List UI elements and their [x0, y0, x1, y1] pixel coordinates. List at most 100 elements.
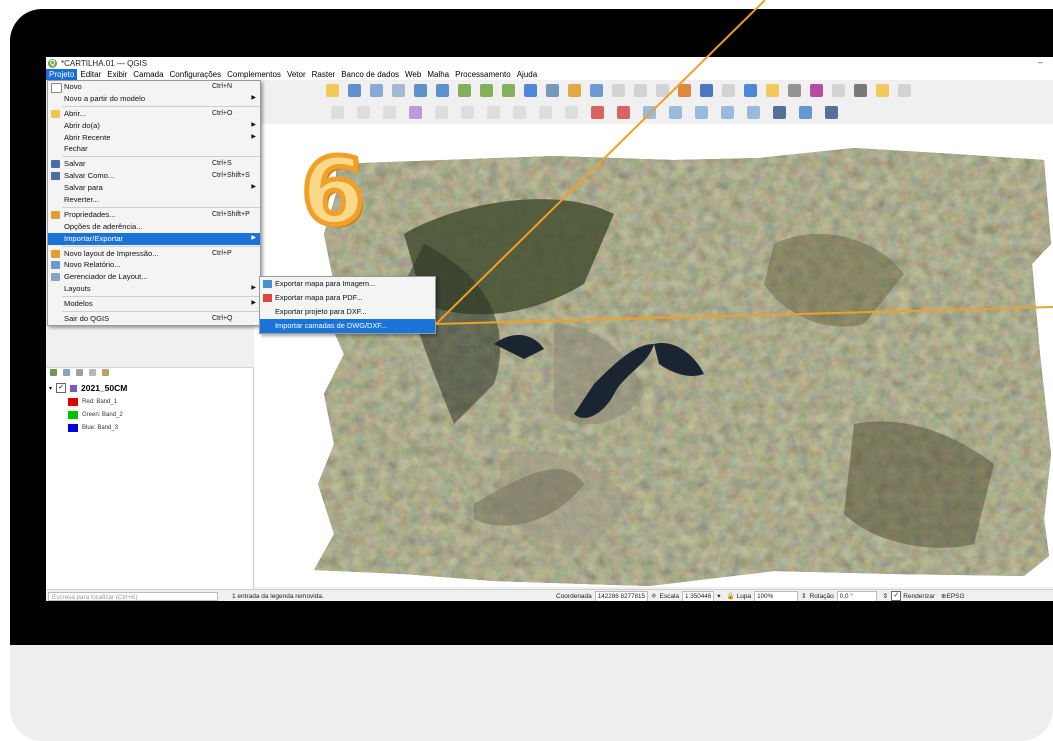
submenu-item-exportar-projeto-para-dxf[interactable]: Exportar projeto para DXF...: [260, 305, 435, 319]
add-layer-icon[interactable]: [50, 369, 57, 376]
menu-item-abrir-do-a[interactable]: Abrir do(a) ▶: [48, 120, 260, 132]
menu-item-salvar-como[interactable]: Salvar Como... Ctrl+Shift+S: [48, 170, 260, 182]
toolbar-icon[interactable]: [392, 84, 405, 97]
toolbar-icon[interactable]: [722, 84, 735, 97]
magnifier-field[interactable]: 100%: [754, 590, 799, 601]
toolbar-icon[interactable]: [546, 84, 559, 97]
toolbar-icon[interactable]: [810, 84, 823, 97]
expand-arrow-icon[interactable]: ▾: [49, 385, 52, 392]
toolbar-icon[interactable]: [370, 84, 383, 97]
scale-field[interactable]: 1:350446: [682, 590, 715, 601]
toolbar-icon[interactable]: [898, 84, 911, 97]
submenu-item-exportar-mapa-para-pdf[interactable]: Exportar mapa para PDF...: [260, 291, 435, 305]
toolbar-icon[interactable]: [591, 106, 604, 119]
toolbar-icon[interactable]: [643, 106, 656, 119]
menu-item-novo-layout-de-impress-o[interactable]: Novo layout de Impressão... Ctrl+P: [48, 248, 260, 260]
layer-item[interactable]: ▾ ✓ 2021_50CM: [49, 383, 127, 393]
filter-icon[interactable]: [63, 369, 70, 376]
menu-item-importar-exportar[interactable]: Importar/Exportar ▶: [48, 232, 260, 245]
menu-raster[interactable]: Raster: [309, 69, 339, 80]
toolbar-icon[interactable]: [744, 84, 757, 97]
menu-item-novo[interactable]: Novo Ctrl+N: [48, 81, 260, 93]
toolbar-icon[interactable]: [383, 106, 396, 119]
toolbar-icon[interactable]: [480, 84, 493, 97]
toolbar-icon[interactable]: [832, 84, 845, 97]
toolbar-icon[interactable]: [799, 106, 812, 119]
collapse-icon[interactable]: [102, 369, 109, 376]
menu-item-propriedades[interactable]: Propriedades... Ctrl+Shift+P: [48, 209, 260, 221]
toolbar-icon[interactable]: [357, 106, 370, 119]
toolbar-icon[interactable]: [435, 106, 448, 119]
menu-item-novo-a-partir-do-modelo[interactable]: Novo a partir do modelo ▶: [48, 93, 260, 105]
toolbar-icon[interactable]: [539, 106, 552, 119]
menu-item-gerenciador-de-layout[interactable]: Gerenciador de Layout...: [48, 271, 260, 283]
menu-item-abrir[interactable]: Abrir... Ctrl+O: [48, 108, 260, 120]
locator-search-input[interactable]: Escreva para localizar (Ctrl+K): [48, 591, 218, 601]
menu-complementos[interactable]: Complementos: [224, 69, 284, 80]
toolbar-icon[interactable]: [678, 84, 691, 97]
toolbar-icon[interactable]: [414, 84, 427, 97]
menu-camada[interactable]: Camada: [130, 69, 166, 80]
menu-malha[interactable]: Malha: [424, 69, 452, 80]
menu-ajuda[interactable]: Ajuda: [514, 69, 540, 80]
toolbar-icon[interactable]: [565, 106, 578, 119]
toolbar-icon[interactable]: [700, 84, 713, 97]
toolbar-icon[interactable]: [854, 84, 867, 97]
toolbar-icon[interactable]: [458, 84, 471, 97]
menu-configura-es[interactable]: Configurações: [167, 69, 225, 80]
scale-dropdown-icon[interactable]: ▾: [717, 592, 720, 600]
toolbar-icon[interactable]: [348, 84, 361, 97]
toolbar-icon[interactable]: [487, 106, 500, 119]
menu-web[interactable]: Web: [402, 69, 424, 80]
submenu-item-exportar-mapa-para-imagem[interactable]: Exportar mapa para Imagem...: [260, 277, 435, 291]
menu-item-modelos[interactable]: Modelos ▶: [48, 298, 260, 310]
menu-item-fechar[interactable]: Fechar: [48, 143, 260, 155]
submenu-item-importar-camadas-de-dwg-dxf[interactable]: Importar camadas de DWG/DXF...: [260, 319, 435, 333]
menu-item-layouts[interactable]: Layouts ▶: [48, 283, 260, 295]
toolbar-icon[interactable]: [524, 84, 537, 97]
toolbar-icon[interactable]: [766, 84, 779, 97]
menu-banco-de-dados[interactable]: Banco de dados: [338, 69, 402, 80]
menu-processamento[interactable]: Processamento: [452, 69, 514, 80]
toolbar-icon[interactable]: [747, 106, 760, 119]
rotation-field[interactable]: 0,0 °: [836, 590, 877, 601]
crs-label[interactable]: EPSG: [947, 593, 965, 600]
menu-editar[interactable]: Editar: [77, 69, 104, 80]
toolbar-icon[interactable]: [568, 84, 581, 97]
menu-item-salvar[interactable]: Salvar Ctrl+S: [48, 158, 260, 170]
menu-exibir[interactable]: Exibir: [104, 69, 130, 80]
toolbar-icon[interactable]: [721, 106, 734, 119]
render-checkbox[interactable]: ✓: [891, 591, 902, 601]
menu-item-reverter[interactable]: Reverter...: [48, 194, 260, 206]
toolbar-icon[interactable]: [436, 84, 449, 97]
toolbar-icon[interactable]: [612, 84, 625, 97]
toolbar-icon[interactable]: [695, 106, 708, 119]
expand-icon[interactable]: [89, 369, 96, 376]
magnifier-spinner-icon[interactable]: ⇕: [801, 592, 806, 600]
toolbar-icon[interactable]: [331, 106, 344, 119]
menu-projeto[interactable]: Projeto: [46, 69, 78, 80]
toolbar-icon[interactable]: [617, 106, 630, 119]
lock-icon[interactable]: 🔒: [727, 592, 735, 600]
menu-vetor[interactable]: Vetor: [284, 69, 309, 80]
toolbar-icon[interactable]: [788, 84, 801, 97]
toolbar-icon[interactable]: [634, 84, 647, 97]
menu-item-op-es-de-ader-ncia[interactable]: Opções de aderência...: [48, 221, 260, 233]
coordinate-field[interactable]: 142286 8277815: [594, 590, 649, 601]
toolbar-icon[interactable]: [513, 106, 526, 119]
rotation-spinner-icon[interactable]: ⇕: [883, 592, 888, 600]
toolbar-icon[interactable]: [669, 106, 682, 119]
menu-item-novo-relat-rio[interactable]: Novo Relatório...: [48, 259, 260, 271]
layer-checkbox[interactable]: ✓: [56, 383, 67, 393]
toggle-extents-icon[interactable]: ✥: [651, 592, 656, 600]
toolbar-icon[interactable]: [876, 84, 889, 97]
toolbar-icon[interactable]: [825, 106, 838, 119]
toolbar-icon[interactable]: [502, 84, 515, 97]
menu-item-abrir-recente[interactable]: Abrir Recente ▶: [48, 132, 260, 144]
map-canvas[interactable]: [254, 124, 1053, 587]
visibility-icon[interactable]: [76, 369, 83, 376]
toolbar-icon[interactable]: [656, 84, 669, 97]
toolbar-icon[interactable]: [326, 84, 339, 97]
menu-item-sair-do-qgis[interactable]: Sair do QGIS Ctrl+Q: [48, 313, 260, 325]
toolbar-icon[interactable]: [773, 106, 786, 119]
